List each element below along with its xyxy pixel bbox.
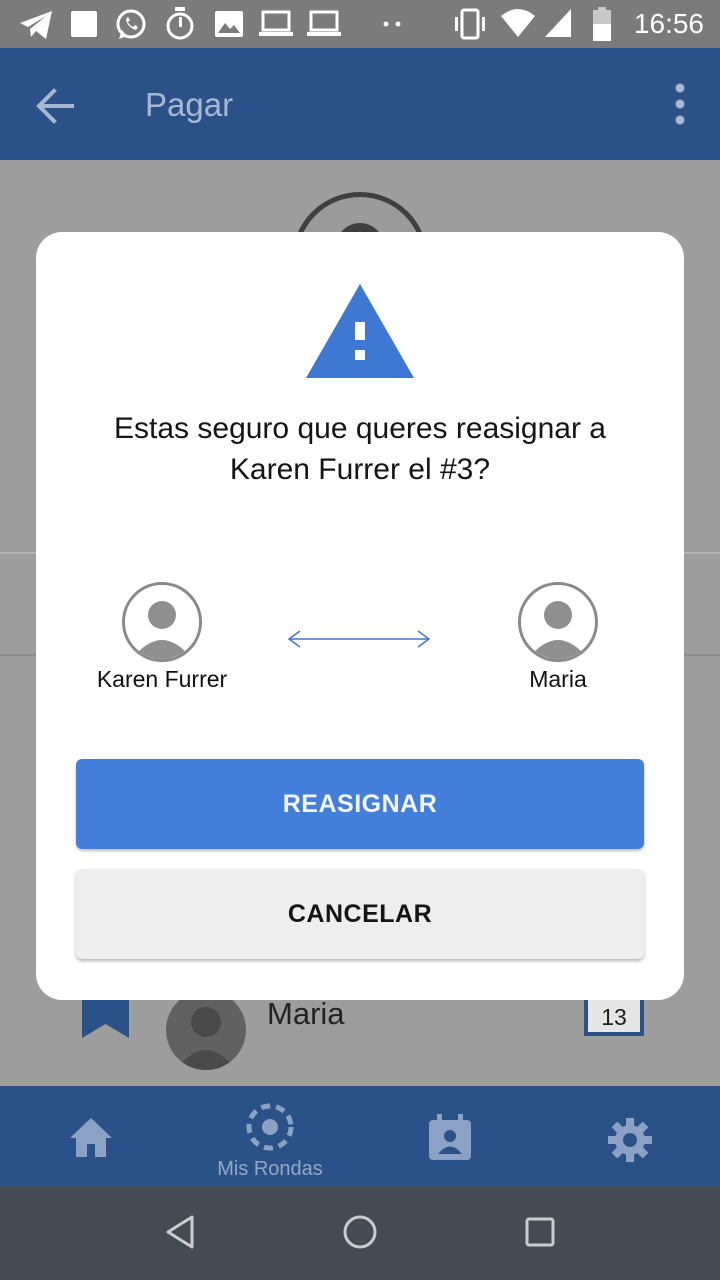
avatar (166, 990, 246, 1070)
image-icon (215, 11, 243, 37)
clock-time: 16:56 (633, 8, 704, 39)
whatsapp-icon (116, 9, 146, 39)
warning-triangle-icon (306, 284, 414, 378)
laptop-icon (259, 10, 293, 36)
app-bar: Pagar (0, 48, 720, 160)
recents-square-icon[interactable] (524, 1216, 556, 1248)
laptop-icon (307, 10, 341, 36)
timer-icon (166, 7, 194, 40)
back-triangle-icon[interactable] (164, 1214, 196, 1250)
home-icon (70, 1118, 112, 1157)
swap-arrow-icon (287, 630, 431, 648)
nav-label: Mis Rondas (217, 1158, 323, 1180)
battery-icon (593, 7, 611, 41)
square-notification-icon (71, 11, 97, 37)
telegram-icon (20, 11, 52, 39)
reassign-dialog: Estas seguro que queres reasignar a Kare… (36, 232, 684, 1000)
more-notifications-icon (383, 21, 401, 27)
vibrate-icon (455, 8, 485, 40)
cancel-button[interactable]: CANCELAR (76, 869, 644, 959)
wifi-icon (501, 9, 535, 37)
nav-item-mis-rondas[interactable]: Mis Rondas (180, 1086, 360, 1186)
list-item-name: Maria (267, 996, 345, 1031)
nav-item-settings[interactable] (540, 1086, 720, 1186)
more-vertical-icon[interactable] (670, 82, 690, 126)
to-person: Maria (478, 582, 638, 702)
calendar-day: 13 (601, 1004, 627, 1030)
avatar (518, 582, 598, 662)
calendar-user-icon (429, 1114, 471, 1160)
signal-icon (545, 9, 571, 37)
reassign-button[interactable]: REASIGNAR (76, 759, 644, 849)
nav-item-calendar[interactable] (360, 1086, 540, 1186)
settings-gear-icon (608, 1118, 652, 1162)
avatar (122, 582, 202, 662)
dialog-message: Estas seguro que queres reasignar a Kare… (114, 412, 606, 486)
arrow-back-icon[interactable] (30, 81, 80, 131)
page-title: Pagar (145, 86, 234, 123)
to-person-name: Maria (529, 666, 587, 692)
nav-item-home[interactable] (0, 1086, 180, 1186)
rounds-icon (246, 1103, 294, 1151)
status-bar: 16:56 (0, 0, 720, 48)
from-person-name: Karen Furrer (96, 666, 228, 692)
from-person: Karen Furrer (82, 582, 242, 702)
home-circle-icon[interactable] (342, 1214, 378, 1250)
bottom-navigation: Mis Rondas (0, 1086, 720, 1186)
system-navigation-bar (0, 1186, 720, 1280)
